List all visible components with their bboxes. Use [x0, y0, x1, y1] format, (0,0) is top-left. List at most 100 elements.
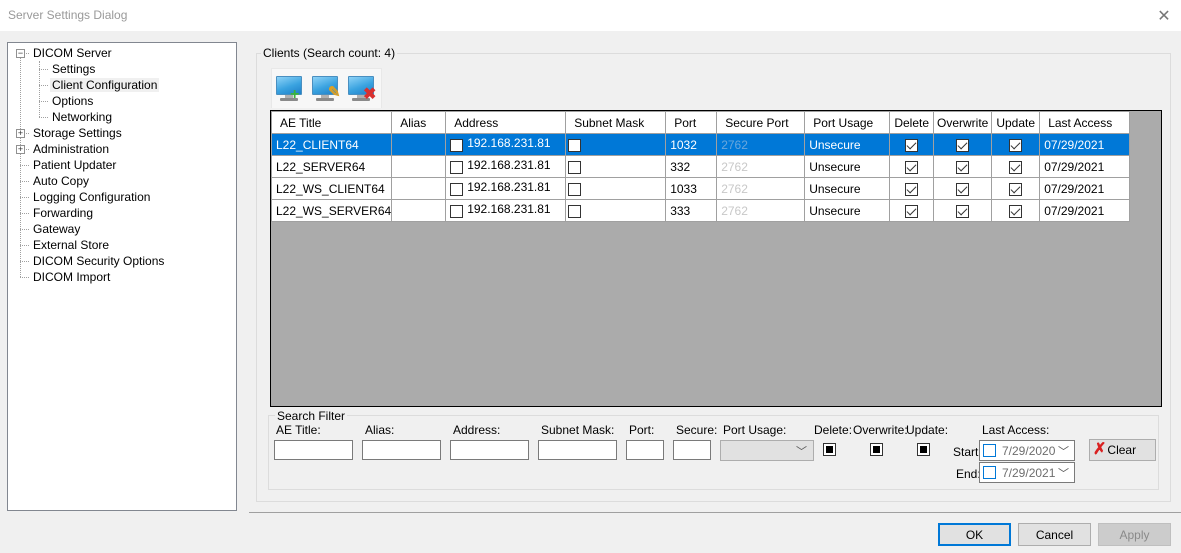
end-date-picker[interactable]: 7/29/2021 ﹀	[979, 462, 1075, 483]
last-access-cell[interactable]: 07/29/2021	[1039, 177, 1131, 200]
column-header-secure-port[interactable]: Secure Port	[716, 111, 806, 134]
port-filter-input[interactable]	[626, 440, 664, 460]
column-header-port[interactable]: Port	[665, 111, 718, 134]
subnet-mask-checkbox[interactable]	[568, 160, 582, 174]
update-filter-checkbox[interactable]	[917, 443, 930, 456]
subnet-mask-cell[interactable]	[565, 155, 667, 178]
table-row[interactable]: L22_SERVER64 192.168.231.81 332 2762 Unsecur…	[271, 155, 1131, 178]
address-cell[interactable]: 192.168.231.81	[445, 177, 567, 200]
clients-grid[interactable]: AE Title Alias Address Subnet Mask Port Secur…	[270, 110, 1162, 407]
address-filter-input[interactable]	[450, 440, 529, 460]
overwrite-checkbox[interactable]	[956, 204, 970, 218]
port-usage-cell[interactable]: Unsecure	[804, 177, 891, 200]
overwrite-cell[interactable]	[933, 177, 993, 200]
overwrite-cell[interactable]	[933, 155, 993, 178]
settings-tree[interactable]: − DICOM Server Settings Client Configuratio…	[7, 42, 237, 511]
ae-title-cell[interactable]: L22_WS_CLIENT64	[271, 177, 393, 200]
column-header-ae-title[interactable]: AE Title	[271, 111, 393, 134]
delete-filter-checkbox[interactable]	[823, 443, 836, 456]
tree-item-dicom-security-options[interactable]: DICOM Security Options	[31, 253, 166, 269]
column-header-last-access[interactable]: Last Access	[1039, 111, 1131, 134]
delete-checkbox[interactable]	[905, 204, 919, 218]
delete-checkbox[interactable]	[905, 138, 919, 152]
update-cell[interactable]	[991, 133, 1041, 156]
column-header-update[interactable]: Update	[991, 111, 1041, 134]
port-cell[interactable]: 333	[665, 199, 718, 222]
subnet-mask-checkbox[interactable]	[568, 138, 582, 152]
table-row[interactable]: L22_CLIENT64 192.168.231.81 1032 2762 Unsecu…	[271, 133, 1131, 156]
secure-filter-input[interactable]	[673, 440, 711, 460]
tree-item-dicom-import[interactable]: DICOM Import	[31, 269, 112, 285]
delete-checkbox[interactable]	[905, 160, 919, 174]
update-checkbox[interactable]	[1009, 160, 1023, 174]
address-cell[interactable]: 192.168.231.81	[445, 199, 567, 222]
start-date-picker[interactable]: 7/29/2020 ﹀	[979, 440, 1075, 461]
column-header-delete[interactable]: Delete	[889, 111, 935, 134]
tree-item-patient-updater[interactable]: Patient Updater	[31, 157, 118, 173]
expand-icon[interactable]: +	[16, 145, 25, 154]
cancel-button[interactable]: Cancel	[1018, 523, 1091, 546]
subnet-mask-checkbox[interactable]	[568, 182, 582, 196]
column-header-address[interactable]: Address	[445, 111, 567, 134]
tree-item-storage-settings[interactable]: Storage Settings	[31, 125, 124, 141]
column-header-alias[interactable]: Alias	[391, 111, 447, 134]
overwrite-filter-checkbox[interactable]	[870, 443, 883, 456]
close-button[interactable]: ✕	[1147, 0, 1181, 31]
address-checkbox[interactable]	[450, 160, 464, 174]
table-row[interactable]: L22_WS_CLIENT64 192.168.231.81 1033 2762 Uns…	[271, 177, 1131, 200]
tree-item-logging-configuration[interactable]: Logging Configuration	[31, 189, 152, 205]
update-cell[interactable]	[991, 177, 1041, 200]
delete-cell[interactable]	[889, 133, 935, 156]
delete-cell[interactable]	[889, 177, 935, 200]
edit-client-button[interactable]: ✎	[310, 73, 341, 105]
overwrite-cell[interactable]	[933, 199, 993, 222]
update-checkbox[interactable]	[1009, 204, 1023, 218]
address-checkbox[interactable]	[450, 138, 464, 152]
update-checkbox[interactable]	[1009, 182, 1023, 196]
port-cell[interactable]: 332	[665, 155, 718, 178]
last-access-cell[interactable]: 07/29/2021	[1039, 155, 1131, 178]
subnet-mask-checkbox[interactable]	[568, 204, 582, 218]
tree-item-administration[interactable]: Administration	[31, 141, 111, 157]
tree-item-settings[interactable]: Settings	[50, 61, 97, 77]
subnet-mask-cell[interactable]	[565, 133, 667, 156]
overwrite-checkbox[interactable]	[956, 138, 970, 152]
overwrite-checkbox[interactable]	[956, 182, 970, 196]
update-cell[interactable]	[991, 199, 1041, 222]
tree-item-auto-copy[interactable]: Auto Copy	[31, 173, 91, 189]
secure-port-cell[interactable]: 2762	[716, 133, 806, 156]
overwrite-cell[interactable]	[933, 133, 993, 156]
tree-item-gateway[interactable]: Gateway	[31, 221, 82, 237]
port-usage-filter-select[interactable]: ﹀	[720, 440, 814, 461]
tree-item-networking[interactable]: Networking	[50, 109, 114, 125]
start-date-checkbox[interactable]	[983, 444, 996, 457]
subnet-mask-cell[interactable]	[565, 199, 667, 222]
secure-port-cell[interactable]: 2762	[716, 155, 806, 178]
delete-client-button[interactable]: ✖	[346, 73, 377, 105]
subnet-mask-cell[interactable]	[565, 177, 667, 200]
ae-title-cell[interactable]: L22_SERVER64	[271, 155, 393, 178]
port-usage-cell[interactable]: Unsecure	[804, 133, 891, 156]
ae-title-cell[interactable]: L22_CLIENT64	[271, 133, 393, 156]
subnet-mask-filter-input[interactable]	[538, 440, 617, 460]
address-cell[interactable]: 192.168.231.81	[445, 133, 567, 156]
address-checkbox[interactable]	[450, 204, 464, 218]
delete-cell[interactable]	[889, 155, 935, 178]
add-client-button[interactable]: +	[274, 73, 305, 105]
tree-item-forwarding[interactable]: Forwarding	[31, 205, 95, 221]
column-header-overwrite[interactable]: Overwrite	[933, 111, 993, 134]
delete-cell[interactable]	[889, 199, 935, 222]
address-checkbox[interactable]	[450, 182, 464, 196]
clear-filter-button[interactable]: ✗ Clear	[1089, 439, 1156, 461]
tree-item-external-store[interactable]: External Store	[31, 237, 111, 253]
alias-cell[interactable]	[391, 177, 447, 200]
tree-item-options[interactable]: Options	[50, 93, 95, 109]
expand-icon[interactable]: +	[16, 129, 25, 138]
address-cell[interactable]: 192.168.231.81	[445, 155, 567, 178]
tree-item-dicom-server[interactable]: DICOM Server	[31, 45, 114, 61]
port-cell[interactable]: 1032	[665, 133, 718, 156]
update-cell[interactable]	[991, 155, 1041, 178]
collapse-icon[interactable]: −	[16, 49, 25, 58]
alias-cell[interactable]	[391, 155, 447, 178]
ok-button[interactable]: OK	[938, 523, 1011, 546]
